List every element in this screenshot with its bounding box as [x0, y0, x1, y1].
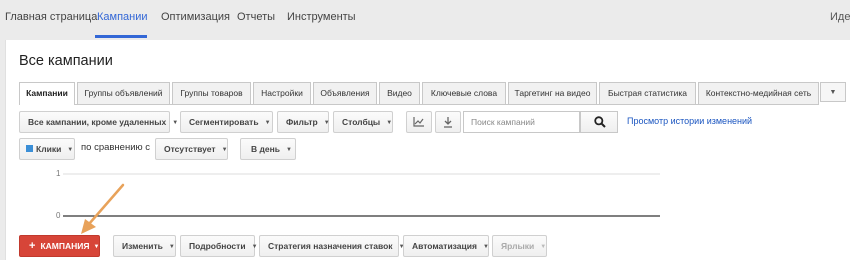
magnifier-icon — [594, 116, 606, 128]
plus-icon: + — [29, 240, 36, 252]
nav-tools[interactable]: Инструменты — [287, 11, 356, 23]
automate-label: Автоматизация — [412, 241, 477, 251]
caret-down-icon: ▼ — [386, 120, 393, 126]
campaign-filter-dropdown[interactable]: Все кампании, кроме удаленных ▼ — [19, 111, 178, 133]
metric-color-swatch — [26, 145, 33, 152]
tab-product-groups[interactable]: Группы товаров — [172, 82, 251, 104]
performance-chart — [63, 173, 660, 217]
caret-down-icon: ▼ — [93, 244, 100, 250]
download-button[interactable] — [435, 111, 461, 133]
nav-reports[interactable]: Отчеты — [237, 11, 275, 23]
edit-label: Изменить — [122, 241, 163, 251]
caret-down-icon: ▼ — [251, 244, 258, 250]
tab-settings[interactable]: Настройки — [253, 82, 311, 104]
caret-down-icon: ▼ — [323, 120, 330, 126]
tab-display-network[interactable]: Контекстно-медийная сеть — [698, 82, 819, 104]
caret-down-icon: ▼ — [264, 120, 271, 126]
columns-label: Столбцы — [342, 117, 381, 127]
period-label: В день — [251, 144, 280, 154]
details-dropdown[interactable]: Подробности ▼ — [180, 235, 258, 257]
compare-dropdown[interactable]: Отсутствует ▼ — [155, 138, 228, 160]
top-navigation: Главная страница Кампании Оптимизация От… — [0, 0, 850, 38]
segment-dropdown[interactable]: Сегментировать ▼ — [180, 111, 273, 133]
tabs-more-button[interactable]: ▼ — [820, 82, 846, 102]
tabs-baseline — [19, 104, 819, 105]
caret-down-icon: ▼ — [285, 147, 292, 153]
tab-video-targeting[interactable]: Таргетинг на видео — [508, 82, 597, 104]
campaign-search-input[interactable]: Поиск кампаний — [463, 111, 580, 133]
caret-down-icon: ▼ — [221, 147, 228, 153]
page-title: Все кампании — [19, 53, 113, 69]
tab-quick-stats[interactable]: Быстрая статистика — [599, 82, 696, 104]
bid-strategy-label: Стратегия назначения ставок — [268, 241, 393, 251]
nav-active-indicator — [95, 35, 147, 38]
filter-dropdown[interactable]: Фильтр ▼ — [277, 111, 330, 133]
filter-label: Фильтр — [286, 117, 318, 127]
nav-home[interactable]: Главная страница — [5, 11, 97, 23]
metric-label: Клики — [36, 144, 62, 154]
tab-campaigns[interactable]: Кампании — [19, 82, 75, 105]
caret-down-icon: ▼ — [829, 89, 837, 96]
columns-dropdown[interactable]: Столбцы ▼ — [333, 111, 393, 133]
nav-optimization[interactable]: Оптимизация — [161, 11, 230, 23]
campaign-filter-label: Все кампании, кроме удаленных — [28, 117, 167, 127]
bid-strategy-dropdown[interactable]: Стратегия назначения ставок ▼ — [259, 235, 405, 257]
line-chart-icon — [413, 117, 424, 127]
automate-dropdown[interactable]: Автоматизация ▼ — [403, 235, 489, 257]
nav-campaigns[interactable]: Кампании — [97, 11, 148, 23]
labels-dropdown[interactable]: Ярлыки ▼ — [492, 235, 547, 257]
tab-ad-groups[interactable]: Группы объявлений — [77, 82, 170, 104]
account-id[interactable]: Иде — [830, 11, 850, 23]
tab-ads[interactable]: Объявления — [313, 82, 377, 104]
compare-value: Отсутствует — [164, 144, 216, 154]
tab-video[interactable]: Видео — [379, 82, 420, 104]
caret-down-icon: ▼ — [172, 120, 179, 126]
search-button[interactable] — [580, 111, 618, 133]
caret-down-icon: ▼ — [67, 147, 74, 153]
caret-down-icon: ▼ — [482, 244, 489, 250]
labels-label: Ярлыки — [501, 241, 535, 251]
toggle-chart-button[interactable] — [406, 111, 432, 133]
compare-label: по сравнению с — [81, 142, 151, 153]
segment-label: Сегментировать — [189, 117, 259, 127]
tab-keywords[interactable]: Ключевые слова — [422, 82, 506, 104]
change-history-link[interactable]: Просмотр истории изменений — [627, 116, 752, 126]
caret-down-icon: ▼ — [540, 244, 547, 250]
annotation-arrow — [81, 183, 125, 234]
caret-down-icon: ▼ — [168, 244, 175, 250]
add-campaign-label: КАМПАНИЯ — [40, 241, 90, 251]
metric-dropdown[interactable]: Клики ▼ — [19, 138, 75, 160]
download-icon — [444, 117, 452, 128]
period-dropdown[interactable]: В день ▼ — [240, 138, 296, 160]
details-label: Подробности — [189, 241, 246, 251]
